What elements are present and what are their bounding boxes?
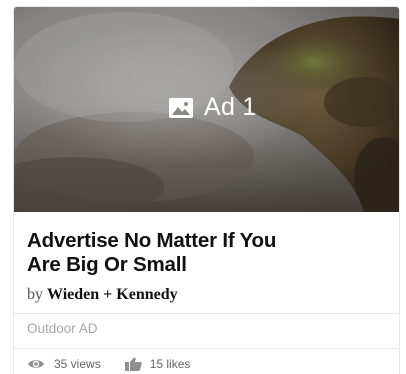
divider <box>14 313 399 314</box>
ad-title[interactable]: Advertise No Matter If You Are Big Or Sm… <box>27 229 327 277</box>
views-stat: 35 views <box>27 357 101 371</box>
ad-label: Ad 1 <box>204 93 257 121</box>
thumbs-up-icon <box>124 357 142 371</box>
stats-bar: 35 views 15 likes <box>27 356 190 372</box>
ad-title-line: Advertise No Matter If You <box>27 229 277 252</box>
ad-title-line: Are Big Or Small <box>27 253 187 276</box>
divider <box>14 348 399 349</box>
eye-icon <box>28 360 44 368</box>
ad-thumbnail[interactable]: Ad 1 <box>14 7 399 212</box>
category-tag[interactable]: Outdoor AD <box>27 321 98 336</box>
ad-card[interactable]: Ad 1 Advertise No Matter If You Are Big … <box>13 6 400 374</box>
likes-count: 15 likes <box>149 357 191 371</box>
byline-prefix: by <box>27 286 43 303</box>
author-link[interactable]: Wieden + Kennedy <box>47 286 178 303</box>
views-count: 35 views <box>54 357 101 371</box>
ad-badge: Ad 1 <box>169 95 257 120</box>
image-icon <box>169 97 193 118</box>
like-button[interactable]: 15 likes <box>124 357 191 371</box>
byline: by Wieden + Kennedy <box>27 286 178 304</box>
